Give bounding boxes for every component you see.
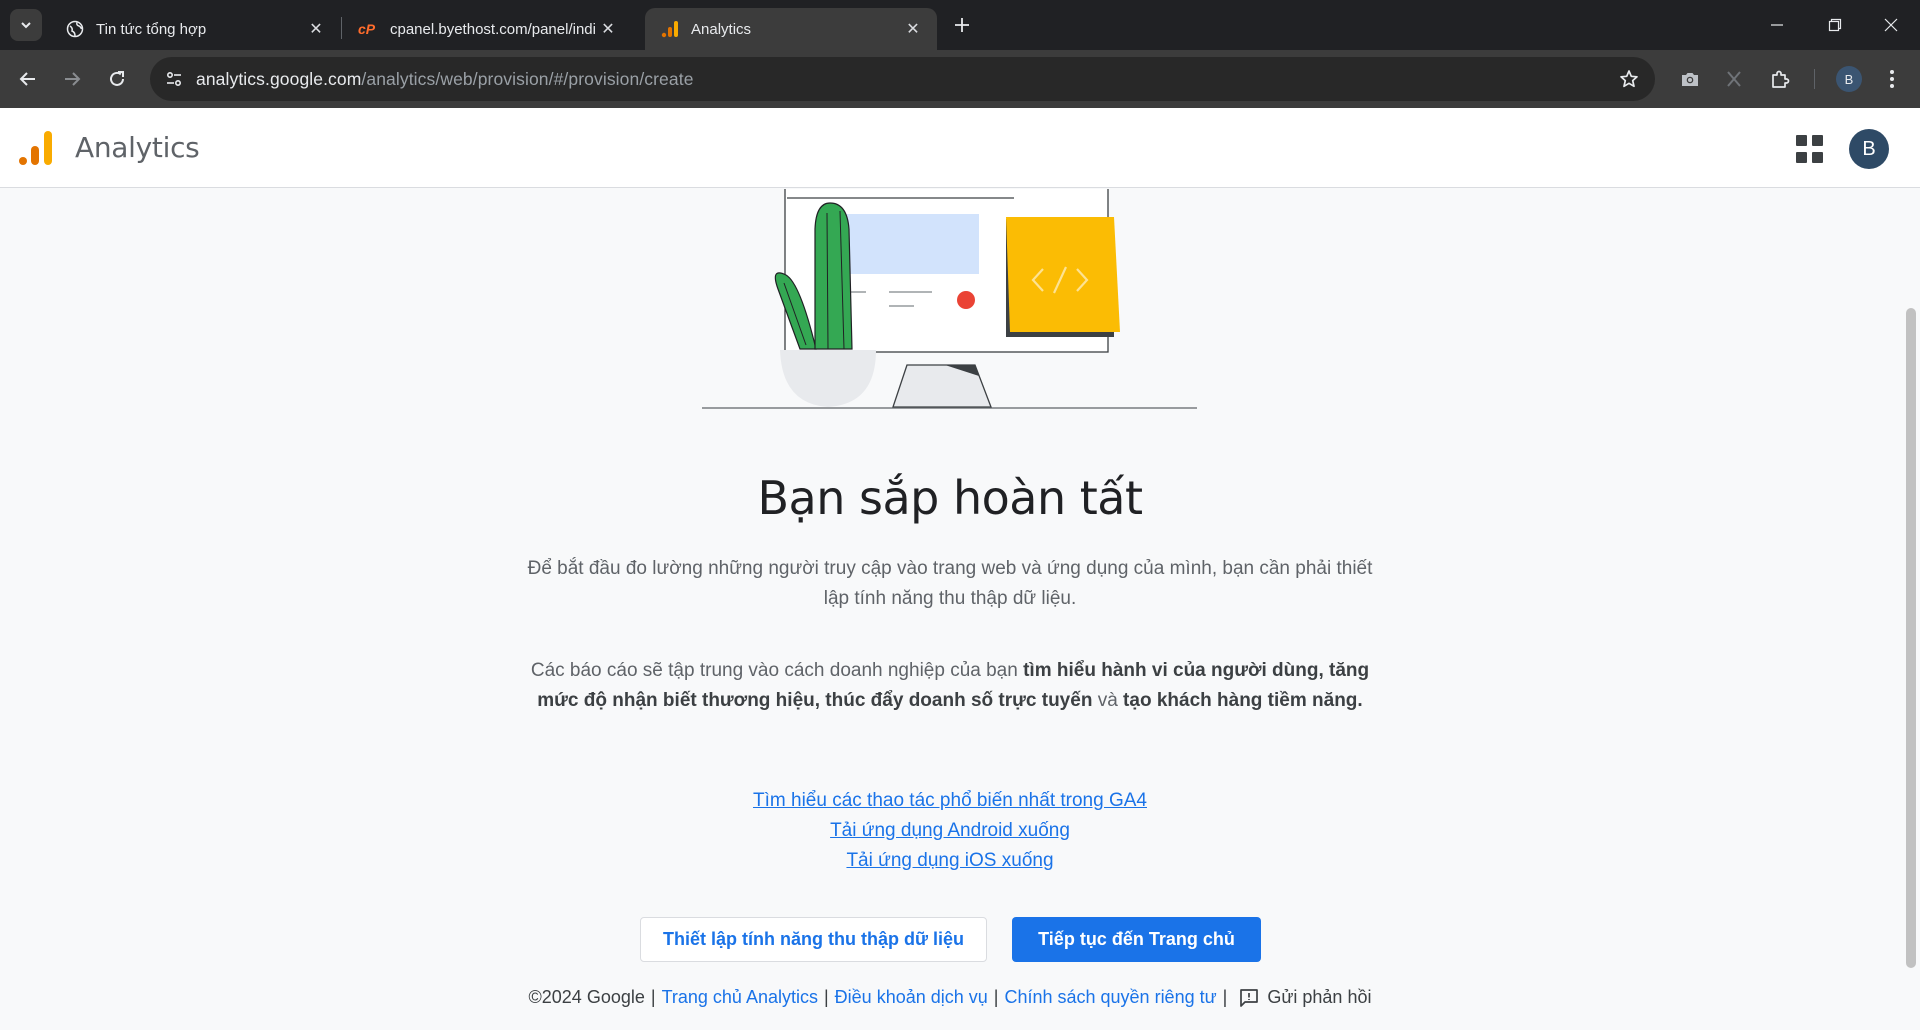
restore-icon [1828,18,1842,32]
footer-privacy-link[interactable]: Chính sách quyền riêng tư [1004,987,1216,1008]
footer-separator: | [993,987,999,1007]
site-info-button[interactable] [152,57,196,101]
footer-separator: | [823,987,829,1007]
tab-title: Analytics [691,20,752,38]
apps-grid-icon [1812,151,1823,163]
tab-cpanel[interactable]: cP cpanel.byethost.com/panel/indi ✕ [342,8,632,50]
toolbar-divider [1814,69,1815,89]
chevron-down-icon [21,22,31,29]
forward-button[interactable] [54,61,90,97]
screen-red-dot [957,291,975,309]
feedback-label: Gửi phản hồi [1267,987,1372,1007]
tab-search-button[interactable] [10,9,42,41]
page-title: Bạn sắp hoàn tất [757,471,1143,525]
main-content: Bạn sắp hoàn tất Để bắt đầu đo lường nhữ… [0,189,1900,1030]
google-apps-button[interactable] [1796,135,1824,163]
account-avatar[interactable]: B [1849,129,1889,169]
arrow-right-icon [65,72,81,86]
apps-grid-icon [1812,135,1823,146]
setup-illustration [702,189,1197,409]
footer-analytics-home-link[interactable]: Trang chủ Analytics [662,987,818,1008]
close-tab-icon[interactable]: ✕ [306,19,326,39]
disabled-extension-button[interactable] [1718,63,1750,95]
help-links: Tìm hiểu các thao tác phổ biến nhất tron… [0,786,1900,876]
browser-profile-avatar[interactable]: B [1836,66,1862,92]
analytics-icon [661,21,678,38]
footer-separator: | [1222,987,1228,1007]
page-scrollbar[interactable] [1906,308,1916,968]
footer-separator: | [650,987,656,1007]
browser-tab-bar: Tin tức tổng hợp ✕ cP cpanel.byethost.co… [0,0,1920,50]
browser-toolbar: analytics.google.com/analytics/web/provi… [0,50,1920,108]
tab-news[interactable]: Tin tức tổng hợp ✕ [50,8,340,50]
feedback-button[interactable]: Gửi phản hồi [1239,987,1371,1008]
cpanel-icon: cP [358,21,376,37]
cactus-body [814,202,853,350]
svg-text:cP: cP [358,21,376,37]
tab-analytics[interactable]: Analytics ✕ [645,8,937,50]
extensions-button[interactable] [1764,63,1796,95]
star-icon [1620,70,1638,88]
feedback-icon [1240,988,1259,1007]
url-text[interactable]: analytics.google.com/analytics/web/provi… [196,69,694,90]
footer-copyright: ©2024 Google [528,987,645,1007]
back-button[interactable] [10,61,46,97]
tune-icon [166,71,182,87]
reports-paragraph-middle: và [1092,690,1124,711]
minimize-icon [1771,24,1783,26]
address-bar[interactable]: analytics.google.com/analytics/web/provi… [150,57,1655,101]
app-name[interactable]: Analytics [75,131,200,164]
restore-button[interactable] [1806,0,1864,50]
url-path: /analytics/web/provision/#/provision/cre… [361,68,694,89]
tab-title: Tin tức tổng hợp [96,20,207,38]
browser-menu-button[interactable] [1876,63,1908,95]
reload-icon [110,71,124,86]
camera-icon [1682,73,1698,86]
more-vert-icon [1890,70,1894,88]
screenshot-extension-button[interactable] [1674,63,1706,95]
tab-title: cpanel.byethost.com/panel/indi [390,20,596,38]
profile-initial: B [1844,71,1854,87]
cactus-pot [780,350,876,407]
close-icon [1884,18,1898,32]
minimize-button[interactable] [1748,0,1806,50]
ga4-learn-link[interactable]: Tìm hiểu các thao tác phổ biến nhất tron… [0,786,1900,816]
android-app-link[interactable]: Tải ứng dụng Android xuống [0,816,1900,846]
x-extension-icon [1727,71,1741,87]
intro-paragraph: Để bắt đầu đo lường những người truy cập… [527,558,1373,609]
analytics-logo-icon[interactable] [18,130,54,166]
reports-paragraph-bold-2: tạo khách hàng tiềm năng. [1123,690,1363,711]
footer-terms-link[interactable]: Điều khoản dịch vụ [835,987,988,1008]
ios-app-link[interactable]: Tải ứng dụng iOS xuống [0,846,1900,876]
reports-paragraph-prefix: Các báo cáo sẽ tập trung vào cách doanh … [530,660,1024,681]
app-header: Analytics B [0,108,1920,188]
page-footer: ©2024 Google | Trang chủ Analytics | Điề… [0,987,1900,1008]
reload-button[interactable] [99,61,135,97]
bookmark-button[interactable] [1615,65,1643,93]
avatar-initial: B [1862,137,1876,160]
reports-paragraph: Các báo cáo sẽ tập trung vào cách doanh … [520,656,1380,716]
close-window-button[interactable] [1862,0,1920,50]
apps-grid-icon [1796,135,1807,146]
puzzle-icon [1772,70,1790,88]
url-host: analytics.google.com [196,68,362,89]
close-tab-icon[interactable]: ✕ [598,19,618,39]
continue-home-button[interactable]: Tiếp tục đến Trang chủ [1012,917,1261,962]
close-tab-icon[interactable]: ✕ [903,19,923,39]
globe-icon [66,20,84,38]
setup-data-collection-button[interactable]: Thiết lập tính năng thu thập dữ liệu [640,917,987,962]
new-tab-button[interactable] [948,11,976,39]
apps-grid-icon [1796,151,1807,163]
arrow-left-icon [19,72,35,86]
plus-icon [955,18,969,32]
